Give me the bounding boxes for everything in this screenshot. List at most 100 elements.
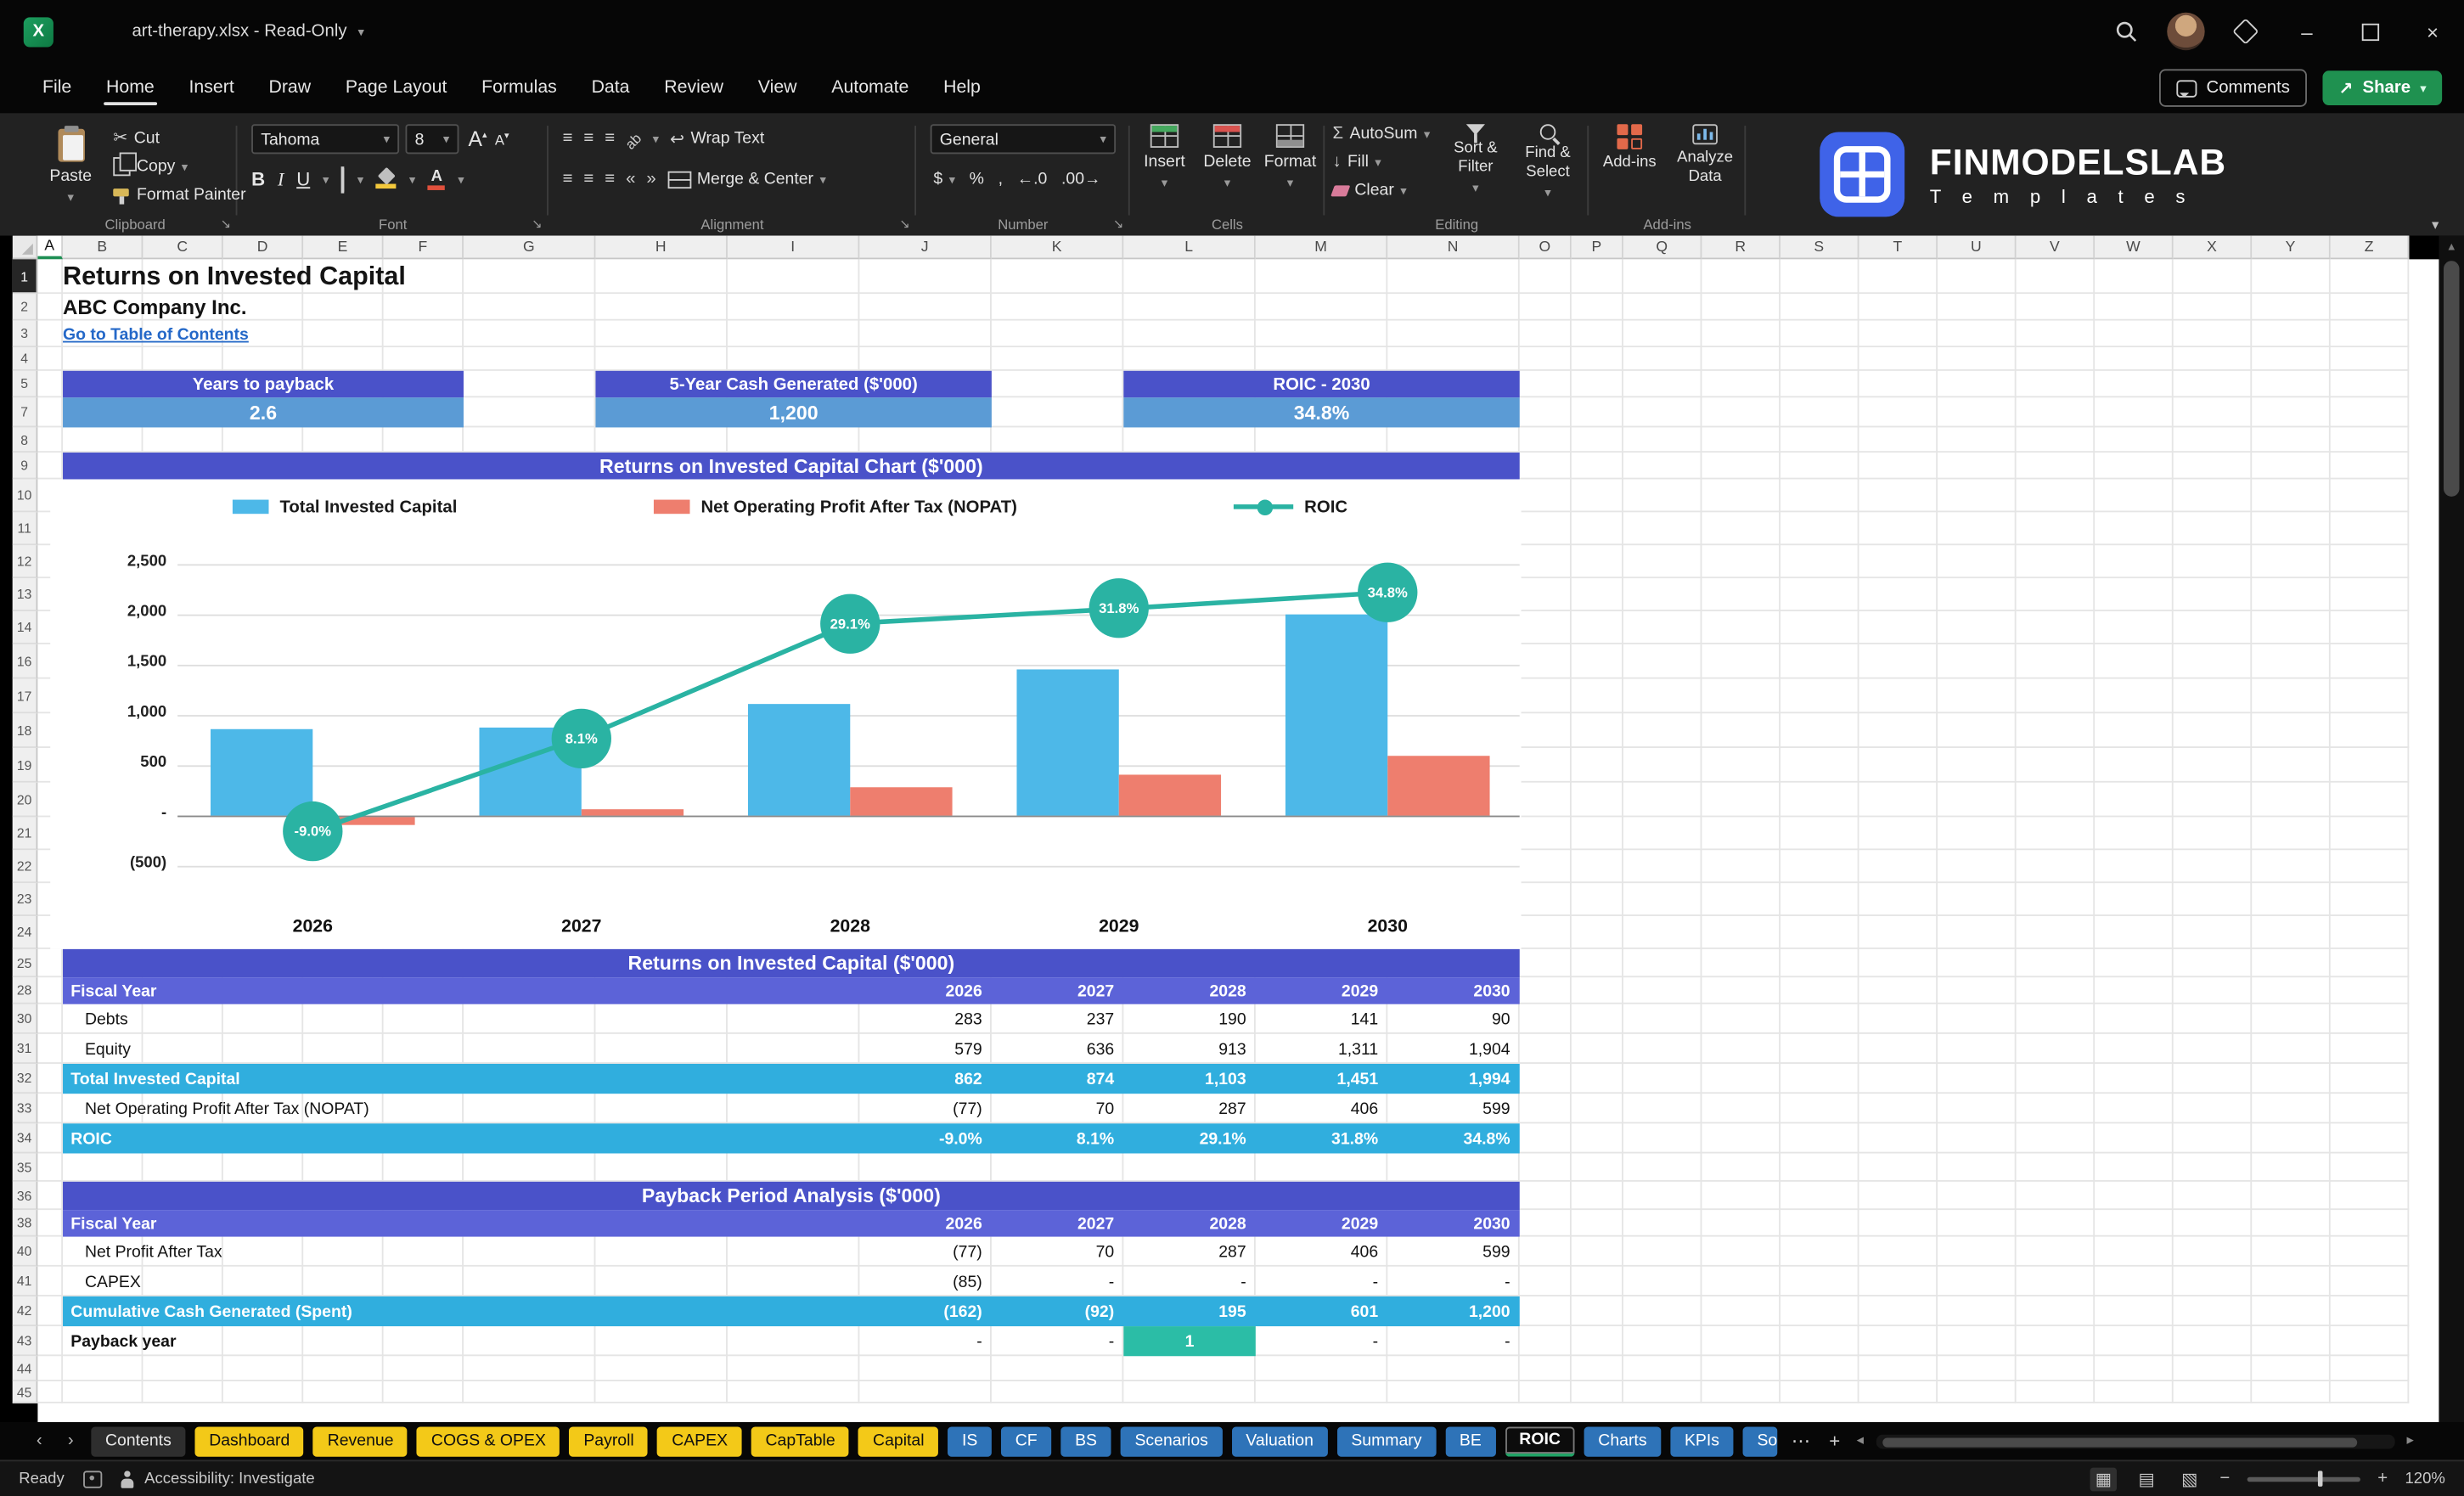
menu-tab-automate[interactable]: Automate: [814, 68, 926, 109]
row-header-12[interactable]: 12: [12, 545, 38, 579]
zoom-slider[interactable]: [2247, 1471, 2360, 1487]
font-color-button[interactable]: A: [428, 168, 446, 190]
sheet-tab-cogs-opex[interactable]: COGS & OPEX: [417, 1426, 560, 1456]
row-header-8[interactable]: 8: [12, 427, 38, 453]
menu-tab-home[interactable]: Home: [89, 68, 172, 109]
row-header-23[interactable]: 23: [12, 883, 38, 917]
sheet-tab-charts[interactable]: Charts: [1584, 1426, 1662, 1456]
zoom-slider-thumb[interactable]: [2317, 1471, 2323, 1487]
autosum-button[interactable]: Σ AutoSum ▾: [1332, 124, 1430, 143]
row-header-1[interactable]: 1: [12, 259, 38, 295]
increase-font-button[interactable]: A▴: [469, 127, 487, 151]
column-header-G[interactable]: G: [463, 235, 596, 260]
row-header-25[interactable]: 25: [12, 948, 38, 978]
sheet-tab-contents[interactable]: Contents: [91, 1426, 186, 1456]
font-name-select[interactable]: Tahoma ▾: [251, 124, 400, 155]
row-header-44[interactable]: 44: [12, 1356, 38, 1381]
analyze-data-button[interactable]: Analyze Data: [1669, 124, 1741, 212]
column-header-Y[interactable]: Y: [2252, 235, 2331, 260]
prev-sheet-arrow[interactable]: ‹: [28, 1431, 50, 1450]
horizontal-scrollbar-thumb[interactable]: [1882, 1437, 2358, 1447]
dialog-launcher-icon[interactable]: ↘: [1113, 217, 1123, 231]
borders-button[interactable]: [341, 166, 345, 193]
clear-button[interactable]: Clear ▾: [1330, 181, 1407, 200]
column-header-U[interactable]: U: [1938, 235, 2017, 260]
column-header-T[interactable]: T: [1859, 235, 1938, 260]
align-center-icon[interactable]: ≡: [583, 170, 593, 188]
close-button[interactable]: ×: [2401, 0, 2464, 63]
page-layout-view-button[interactable]: ▤: [2134, 1467, 2159, 1491]
sheet-tab-capex[interactable]: CAPEX: [657, 1426, 742, 1456]
more-sheets-button[interactable]: ⋯: [1786, 1430, 1814, 1452]
row-header-18[interactable]: 18: [12, 713, 38, 748]
column-header-E[interactable]: E: [303, 235, 384, 260]
sheet-tab-dashboard[interactable]: Dashboard: [194, 1426, 304, 1456]
column-header-M[interactable]: M: [1255, 235, 1388, 260]
row-header-16[interactable]: 16: [12, 644, 38, 679]
row-header-31[interactable]: 31: [12, 1033, 38, 1064]
column-header-Z[interactable]: Z: [2330, 235, 2410, 260]
sheet-tab-revenue[interactable]: Revenue: [313, 1426, 408, 1456]
insert-cells-button[interactable]: Insert ▾: [1134, 124, 1194, 209]
coming-soon-button[interactable]: [2216, 0, 2276, 63]
search-button[interactable]: [2096, 0, 2156, 63]
column-header-J[interactable]: J: [859, 235, 992, 260]
format-cells-button[interactable]: Format ▾: [1260, 124, 1319, 209]
row-header-38[interactable]: 38: [12, 1210, 38, 1237]
row-header-10[interactable]: 10: [12, 479, 38, 513]
row-header-5[interactable]: 5: [12, 370, 38, 398]
vertical-scrollbar[interactable]: ▲: [2439, 235, 2464, 1422]
zoom-in-button[interactable]: +: [2377, 1469, 2388, 1488]
column-header-O[interactable]: O: [1519, 235, 1572, 260]
menu-tab-help[interactable]: Help: [926, 68, 999, 109]
comments-button[interactable]: Comments: [2158, 69, 2308, 107]
row-header-3[interactable]: 3: [12, 320, 38, 348]
accounting-format-button[interactable]: $ ▾: [933, 170, 955, 188]
menu-tab-draw[interactable]: Draw: [251, 68, 328, 109]
fill-color-button[interactable]: [376, 166, 397, 189]
column-header-W[interactable]: W: [2095, 235, 2174, 260]
page-break-view-button[interactable]: ▧: [2177, 1467, 2202, 1491]
column-header-V[interactable]: V: [2016, 235, 2096, 260]
menu-tab-formulas[interactable]: Formulas: [464, 68, 574, 109]
row-header-24[interactable]: 24: [12, 916, 38, 949]
find-select-button[interactable]: Find & Select ▾: [1511, 124, 1584, 212]
row-header-43[interactable]: 43: [12, 1326, 38, 1357]
macro-record-icon[interactable]: [82, 1470, 103, 1488]
sheet-tab-so[interactable]: So: [1742, 1426, 1778, 1456]
sheet-tab-scenarios[interactable]: Scenarios: [1120, 1426, 1223, 1456]
column-header-F[interactable]: F: [383, 235, 464, 260]
collapse-ribbon-icon[interactable]: ▾: [2432, 217, 2439, 233]
column-header-S[interactable]: S: [1780, 235, 1859, 260]
sheet-tab-payroll[interactable]: Payroll: [569, 1426, 649, 1456]
account-button[interactable]: [2156, 0, 2215, 63]
scroll-up-icon[interactable]: ▲: [2446, 236, 2457, 258]
row-header-22[interactable]: 22: [12, 850, 38, 884]
sheet-tab-cf[interactable]: CF: [1001, 1426, 1052, 1456]
row-header-35[interactable]: 35: [12, 1153, 38, 1182]
dialog-launcher-icon[interactable]: ↘: [221, 217, 231, 231]
row-header-45[interactable]: 45: [12, 1381, 38, 1403]
percent-style-button[interactable]: %: [970, 170, 984, 188]
fill-button[interactable]: ↓ Fill ▾: [1332, 153, 1381, 172]
delete-cells-button[interactable]: Delete ▾: [1197, 124, 1257, 209]
column-header-D[interactable]: D: [222, 235, 304, 260]
wrap-text-button[interactable]: ↩ Wrap Text: [670, 128, 764, 149]
new-sheet-button[interactable]: +: [1825, 1430, 1845, 1452]
row-header-40[interactable]: 40: [12, 1236, 38, 1267]
row-header-32[interactable]: 32: [12, 1063, 38, 1094]
row-header-36[interactable]: 36: [12, 1181, 38, 1211]
sheet-tab-roic[interactable]: ROIC: [1505, 1426, 1575, 1456]
align-right-icon[interactable]: ≡: [605, 170, 615, 188]
row-header-34[interactable]: 34: [12, 1123, 38, 1154]
table-of-contents-link[interactable]: Go to Table of Contents: [63, 321, 249, 347]
align-middle-icon[interactable]: ≡: [583, 129, 593, 148]
increase-decimal-button[interactable]: ←.0: [1017, 170, 1048, 188]
accessibility-status[interactable]: Accessibility: Investigate: [121, 1470, 315, 1488]
column-header-L[interactable]: L: [1123, 235, 1256, 260]
dialog-launcher-icon[interactable]: ↘: [532, 217, 542, 231]
maximize-button[interactable]: [2338, 0, 2401, 63]
vertical-scrollbar-thumb[interactable]: [2443, 261, 2460, 497]
menu-tab-data[interactable]: Data: [574, 68, 647, 109]
column-header-K[interactable]: K: [991, 235, 1124, 260]
